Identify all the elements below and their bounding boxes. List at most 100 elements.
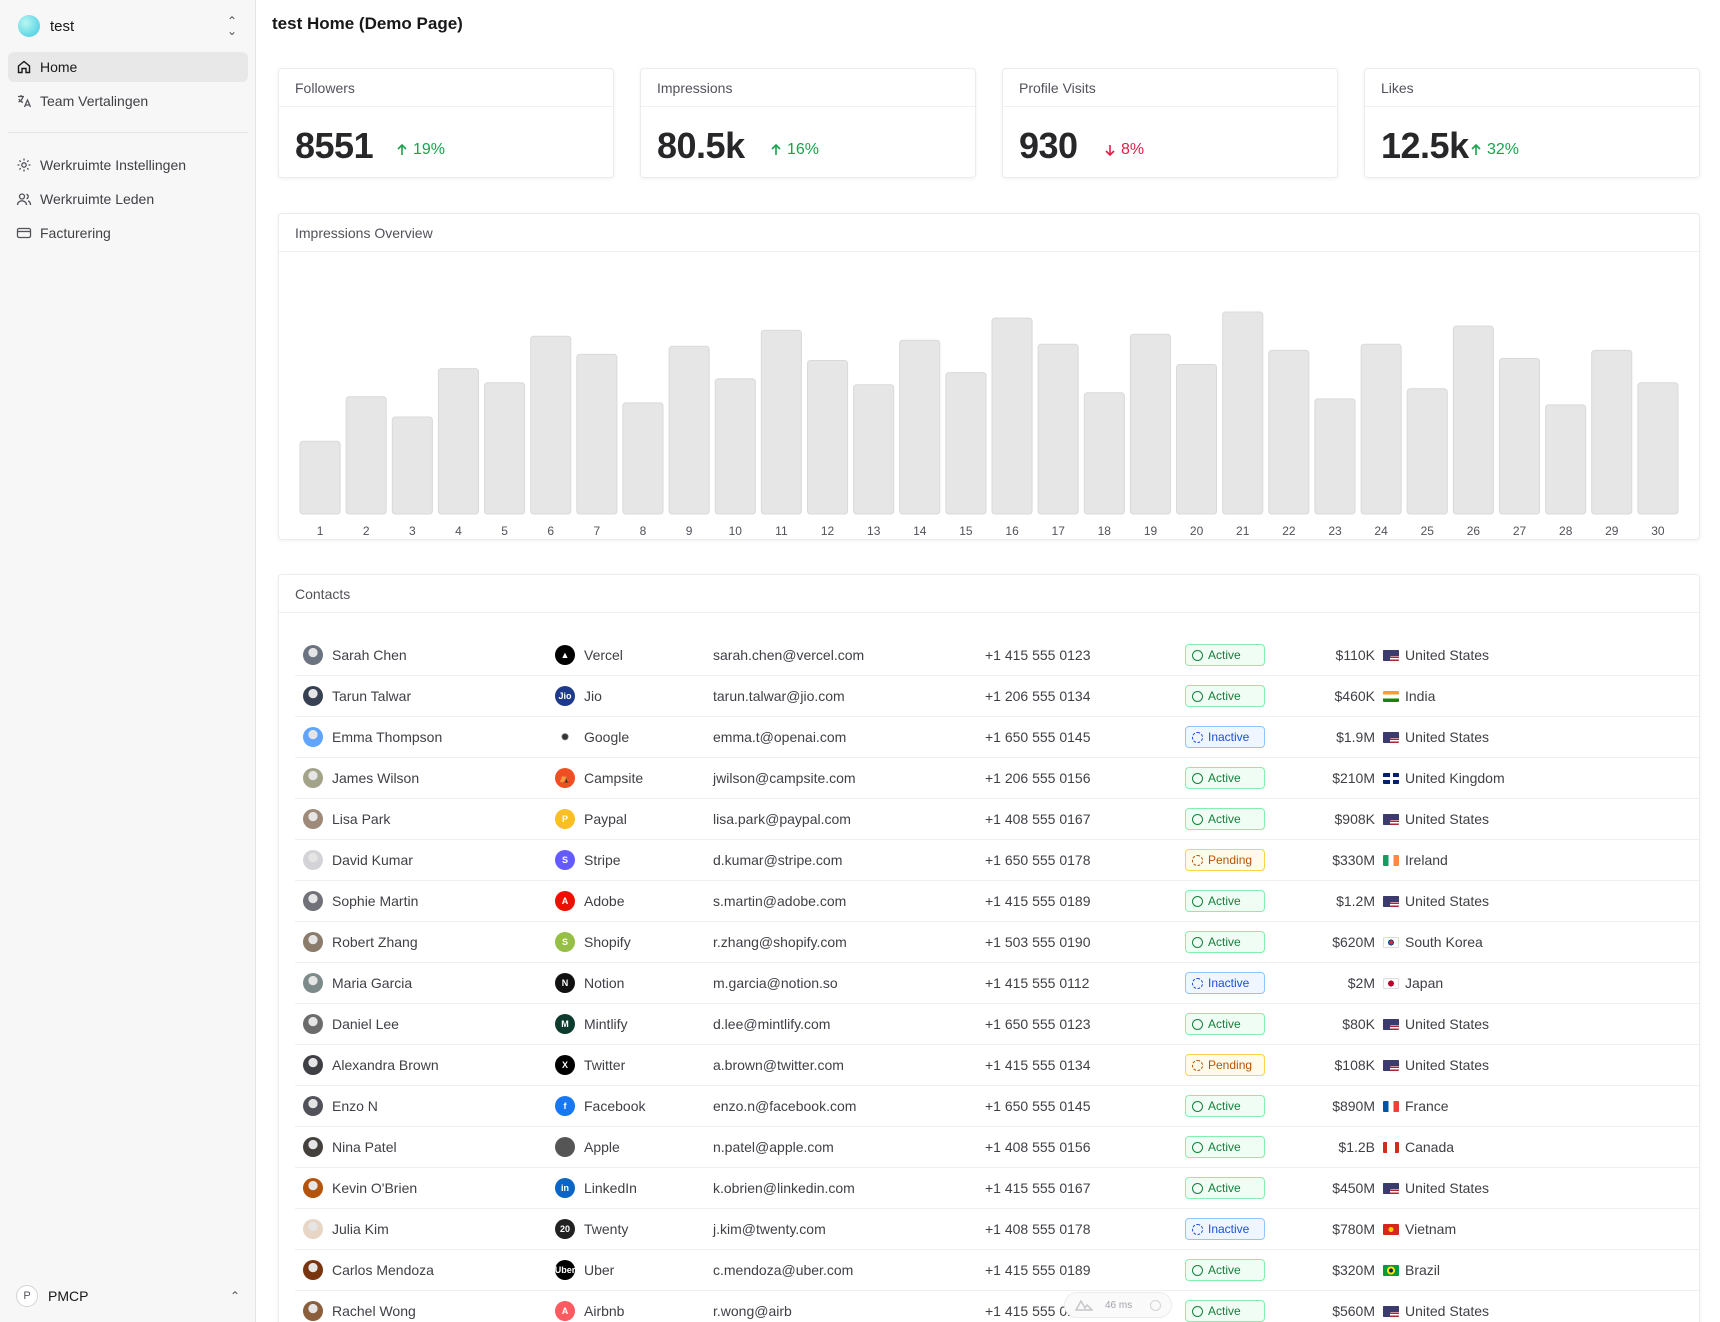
contact-email[interactable]: jwilson@campsite.com — [713, 758, 856, 798]
chart-bar[interactable] — [853, 384, 895, 515]
table-row[interactable]: Tarun Talwar Jio Jio tarun.talwar@jio.com +1… — [295, 676, 1699, 717]
status-cell: Active — [1185, 881, 1265, 921]
company-name: Jio — [584, 688, 602, 704]
contact-email[interactable]: sarah.chen@vercel.com — [713, 635, 864, 675]
workspace-switcher[interactable]: test ⌃ ⌄ — [8, 10, 248, 42]
arrow-up-icon — [397, 143, 407, 155]
contact-email[interactable]: enzo.n@facebook.com — [713, 1086, 856, 1126]
chart-bar[interactable] — [1176, 364, 1218, 515]
chart-bar[interactable] — [1083, 392, 1125, 515]
table-row[interactable]: Sophie Martin A Adobe s.martin@adobe.com +1 … — [295, 881, 1699, 922]
company-cell: ⛺ Campsite — [555, 758, 643, 798]
contact-email[interactable]: j.kim@twenty.com — [713, 1209, 826, 1249]
chart-bar[interactable] — [530, 335, 572, 515]
table-row[interactable]: Robert Zhang S Shopify r.zhang@shopify.com +… — [295, 922, 1699, 963]
contact-phone: +1 415 555 0189 — [985, 893, 1091, 909]
chart-bar[interactable] — [1037, 343, 1079, 515]
deal-value: $330M — [1332, 852, 1375, 868]
contact-email[interactable]: d.kumar@stripe.com — [713, 840, 842, 880]
company-name: Facebook — [584, 1098, 646, 1114]
chart-bar[interactable] — [1637, 382, 1679, 515]
table-row[interactable]: Maria Garcia N Notion m.garcia@notion.so +1 … — [295, 963, 1699, 1004]
stat-card-profile-visits: Profile Visits 930 8% — [1002, 68, 1338, 178]
contact-email[interactable]: a.brown@twitter.com — [713, 1045, 844, 1085]
contact-email[interactable]: r.wong@airb — [713, 1291, 792, 1322]
chart-bar[interactable] — [760, 329, 802, 515]
contact-email[interactable]: n.patel@apple.com — [713, 1127, 834, 1167]
sidebar-item-werkruimte-instellingen[interactable]: Werkruimte Instellingen — [8, 150, 248, 180]
chart-bar[interactable] — [1222, 311, 1264, 515]
contact-email[interactable]: emma.t@openai.com — [713, 717, 846, 757]
status-icon — [1192, 977, 1203, 989]
chart-bar[interactable] — [991, 317, 1033, 515]
contact-email[interactable]: s.martin@adobe.com — [713, 881, 846, 921]
contact-email[interactable]: tarun.talwar@jio.com — [713, 676, 845, 716]
chart-bar[interactable] — [1545, 404, 1587, 515]
contact-phone: +1 415 555 0112 — [985, 975, 1090, 991]
table-row[interactable]: Alexandra Brown X Twitter a.brown@twitter.c… — [295, 1045, 1699, 1086]
chart-bar[interactable] — [299, 440, 341, 515]
flag-icon — [1383, 1141, 1399, 1153]
chart-bar[interactable] — [807, 360, 849, 515]
sidebar-item-team-vertalingen[interactable]: Team Vertalingen — [8, 86, 248, 116]
table-row[interactable]: Sarah Chen ▲ Vercel sarah.chen@vercel.com +1… — [295, 635, 1699, 676]
sidebar-item-label: Werkruimte Leden — [40, 191, 155, 207]
sidebar-item-home[interactable]: Home — [8, 52, 248, 82]
table-row[interactable]: Daniel Lee M Mintlify d.lee@mintlify.com +1 … — [295, 1004, 1699, 1045]
chart-bar[interactable] — [484, 382, 526, 515]
company-cell: X Twitter — [555, 1045, 625, 1085]
user-menu[interactable]: P PMCP ⌃ — [8, 1280, 248, 1312]
table-row[interactable]: Julia Kim 20 Twenty j.kim@twenty.com +1 408 … — [295, 1209, 1699, 1250]
deal-value: $560M — [1332, 1303, 1375, 1319]
status-cell: Inactive — [1185, 1209, 1265, 1249]
table-row[interactable]: Enzo N f Facebook enzo.n@facebook.com +1 650… — [295, 1086, 1699, 1127]
table-row[interactable]: Carlos Mendoza Uber Uber c.mendoza@uber.com… — [295, 1250, 1699, 1291]
chart-bar[interactable] — [1268, 349, 1310, 515]
table-row[interactable]: James Wilson ⛺ Campsite jwilson@campsite.co… — [295, 758, 1699, 799]
chevron-up-icon: ⌃ — [229, 1289, 240, 1303]
chart-bar[interactable] — [576, 353, 618, 515]
country-cell: Brazil — [1383, 1250, 1440, 1290]
table-row[interactable]: Kevin O'Brien in LinkedIn k.obrien@linkedin… — [295, 1168, 1699, 1209]
chart-bar[interactable] — [945, 372, 987, 515]
chart-bar[interactable] — [391, 416, 433, 515]
chart-bar[interactable] — [899, 339, 941, 515]
status-cell: Active — [1185, 758, 1265, 798]
table-row[interactable]: Rachel Wong A Airbnb r.wong@airb +1 415 555 … — [295, 1291, 1699, 1322]
status-label: Active — [1208, 894, 1241, 908]
chart-bar[interactable] — [1129, 333, 1172, 515]
company-logo-icon: A — [555, 891, 575, 911]
contact-email[interactable]: lisa.park@paypal.com — [713, 799, 851, 839]
country-name: United States — [1405, 893, 1490, 909]
chart-bar[interactable] — [345, 396, 387, 515]
chart-bar[interactable] — [1499, 358, 1541, 515]
flag-icon — [1383, 895, 1399, 907]
contact-email[interactable]: d.lee@mintlify.com — [713, 1004, 830, 1044]
chart-bar[interactable] — [668, 345, 710, 515]
dev-toolbar[interactable]: 46 ms — [1064, 1292, 1172, 1318]
contact-email[interactable]: c.mendoza@uber.com — [713, 1250, 853, 1290]
contact-email[interactable]: k.obrien@linkedin.com — [713, 1168, 855, 1208]
chart-bar[interactable] — [622, 402, 664, 515]
chart-bar[interactable] — [1360, 343, 1402, 515]
chart-bar[interactable] — [1314, 398, 1356, 515]
contact-name: Sarah Chen — [332, 647, 407, 663]
sidebar-item-werkruimte-leden[interactable]: Werkruimte Leden — [8, 184, 248, 214]
contact-email[interactable]: m.garcia@notion.so — [713, 963, 838, 1003]
table-row[interactable]: David Kumar S Stripe d.kumar@stripe.com +1 6… — [295, 840, 1699, 881]
table-row[interactable]: Emma Thompson ✺ Google emma.t@openai.com +1 … — [295, 717, 1699, 758]
country-name: India — [1405, 688, 1436, 704]
chart-bar[interactable] — [437, 368, 479, 515]
status-icon — [1192, 1223, 1203, 1235]
chart-bar[interactable] — [1406, 388, 1448, 515]
table-row[interactable]: Lisa Park P Paypal lisa.park@paypal.com +1 4… — [295, 799, 1699, 840]
contact-email[interactable]: r.zhang@shopify.com — [713, 922, 847, 962]
table-row[interactable]: Nina Patel Apple n.patel@apple.com +1 408 5… — [295, 1127, 1699, 1168]
x-tick-label: 24 — [1374, 524, 1388, 538]
chart-bar[interactable] — [1452, 325, 1494, 515]
chart-bar[interactable] — [1591, 349, 1633, 515]
chart-bar[interactable] — [714, 378, 756, 515]
sidebar-item-facturering[interactable]: Facturering — [8, 218, 248, 248]
arrow-down-icon — [1105, 145, 1115, 157]
status-icon — [1192, 1182, 1203, 1194]
